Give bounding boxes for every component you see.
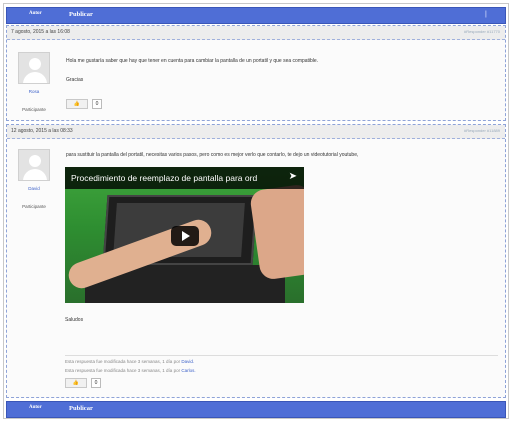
- thumbs-up-icon: 👍: [72, 380, 80, 386]
- author-role: Participante: [22, 107, 46, 112]
- reply-post: 7 agosto, 2015 a las 16:08 #Responder #1…: [6, 25, 506, 121]
- video-title-bar: Procedimiento de reemplazo de pantalla p…: [65, 167, 304, 189]
- publish-column-label: Publicar: [69, 11, 93, 18]
- author-info: Rosa Participante: [14, 52, 54, 112]
- post-date: 7 agosto, 2015 a las 16:08: [11, 29, 70, 35]
- divider: [65, 355, 498, 356]
- author-info: David Participante: [14, 149, 54, 209]
- header-divider: |: [485, 11, 487, 18]
- video-title[interactable]: Procedimiento de reemplazo de pantalla p…: [71, 173, 271, 183]
- post-text-closing: Saludos: [65, 317, 84, 323]
- post-header: 7 agosto, 2015 a las 16:08 #Responder #1…: [7, 26, 505, 40]
- author-name-link[interactable]: Rosa: [14, 89, 54, 94]
- author-column-label: Autor: [29, 11, 42, 16]
- thumbs-up-icon: 👍: [73, 101, 81, 107]
- publish-column-label: Publicar: [69, 405, 93, 412]
- share-icon[interactable]: ➤: [289, 171, 297, 182]
- editor-link[interactable]: David.: [181, 359, 194, 364]
- forum-topic: Autor Publicar | 7 agosto, 2015 a las 16…: [3, 3, 509, 419]
- author-role: Participante: [22, 204, 46, 209]
- post-permalink[interactable]: #Responder #11770: [464, 29, 500, 34]
- post-permalink[interactable]: #Responder #11889: [464, 128, 500, 133]
- youtube-video-embed[interactable]: Procedimiento de reemplazo de pantalla p…: [65, 167, 304, 303]
- like-count: 0: [91, 378, 101, 388]
- avatar[interactable]: [18, 52, 50, 84]
- like-button[interactable]: 👍: [66, 99, 88, 109]
- edit-note: Esta respuesta fue modificada hace 3 sem…: [65, 359, 195, 364]
- author-name-link[interactable]: David: [14, 186, 54, 191]
- editor-link[interactable]: Carlos.: [181, 368, 195, 373]
- post-text: Hola me gustaría saber que hay que tener…: [66, 58, 319, 64]
- edit-note: Esta respuesta fue modificada hace 3 sem…: [65, 368, 196, 373]
- like-count: 0: [92, 99, 102, 109]
- author-column-label: Autor: [29, 405, 42, 410]
- post-header: 12 agosto, 2015 a las 08:33 #Responder #…: [7, 125, 505, 139]
- footer-bar: Autor Publicar: [6, 401, 506, 418]
- header-bar: Autor Publicar |: [6, 7, 506, 24]
- play-icon[interactable]: [171, 226, 199, 246]
- post-text: para sustituir la pantalla del portatil,…: [66, 152, 359, 158]
- post-text-closing: Gracias: [66, 77, 84, 83]
- post-date: 12 agosto, 2015 a las 08:33: [11, 128, 73, 134]
- like-button[interactable]: 👍: [65, 378, 87, 388]
- avatar[interactable]: [18, 149, 50, 181]
